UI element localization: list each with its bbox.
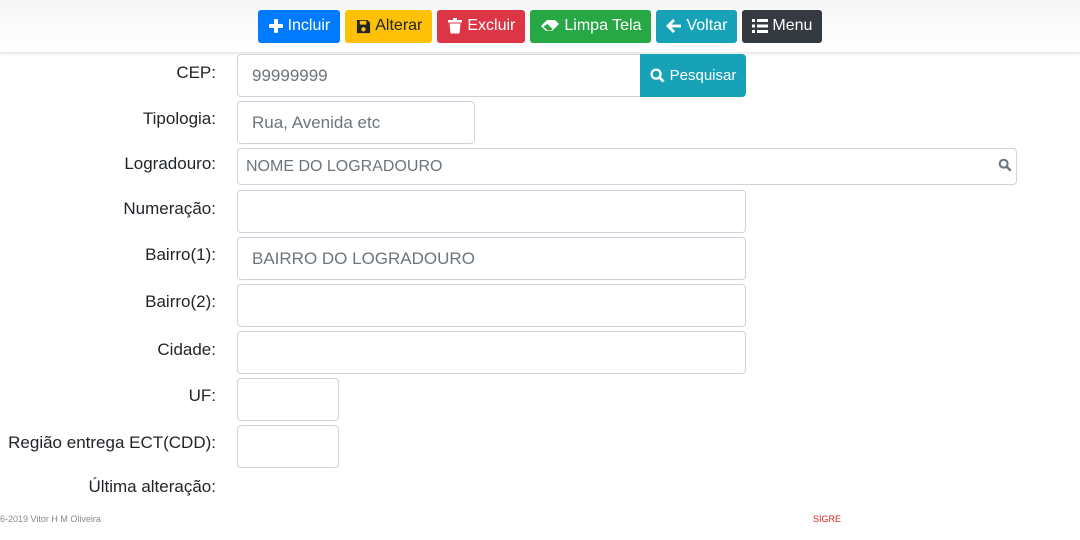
bairro1-label: Bairro(1): [145, 245, 216, 264]
cep-label: CEP: [176, 63, 216, 82]
pesquisar-button[interactable]: Pesquisar [640, 54, 746, 97]
plus-icon [268, 18, 284, 34]
bairro2-input[interactable] [237, 284, 746, 327]
pesquisar-label: Pesquisar [669, 67, 737, 84]
incluir-label: Incluir [287, 17, 331, 34]
tipologia-label: Tipologia: [142, 109, 216, 128]
alterar-button[interactable]: Alterar [345, 9, 433, 43]
regiao-input[interactable] [237, 425, 339, 468]
limpa-tela-label: Limpa Tela [564, 17, 642, 34]
menu-label: Menu [772, 17, 813, 34]
incluir-button[interactable]: Incluir [257, 9, 341, 43]
arrow-left-icon [666, 18, 682, 34]
uf-input[interactable] [237, 378, 339, 421]
ultima-alteracao-label: Última alteração: [88, 477, 216, 496]
floppy-save-icon [355, 18, 371, 34]
trash-icon [447, 18, 463, 34]
numeracao-label: Numeração: [123, 199, 216, 218]
list-icon [752, 18, 769, 34]
eraser-icon [540, 18, 560, 34]
menu-button[interactable]: Menu [742, 9, 823, 43]
logradouro-label: Logradouro: [124, 154, 216, 173]
bairro1-input[interactable] [237, 237, 746, 280]
voltar-button[interactable]: Voltar [656, 9, 738, 43]
uf-label: UF: [188, 386, 216, 405]
search-icon [650, 68, 665, 83]
cidade-label: Cidade: [157, 340, 216, 359]
tipologia-input[interactable] [237, 101, 475, 144]
cep-input[interactable] [237, 54, 641, 97]
voltar-label: Voltar [686, 17, 728, 34]
logradouro-input[interactable] [237, 148, 1017, 185]
alterar-label: Alterar [375, 17, 423, 34]
footer-app-name: SIGRE [813, 514, 842, 524]
cidade-input[interactable] [237, 331, 746, 374]
excluir-label: Excluir [467, 17, 516, 34]
limpa-tela-button[interactable]: Limpa Tela [530, 9, 652, 43]
regiao-label: Região entrega ECT(CDD): [8, 433, 216, 452]
excluir-button[interactable]: Excluir [437, 9, 526, 43]
numeracao-input[interactable] [237, 190, 746, 233]
logradouro-search-icon[interactable] [998, 158, 1012, 172]
footer-copyright: 016-2019 Vitor H M Oliveira [0, 514, 101, 524]
toolbar: Incluir Alterar Excluir Limpa Tela Volta… [0, 0, 1080, 52]
bairro2-label: Bairro(2): [145, 292, 216, 311]
